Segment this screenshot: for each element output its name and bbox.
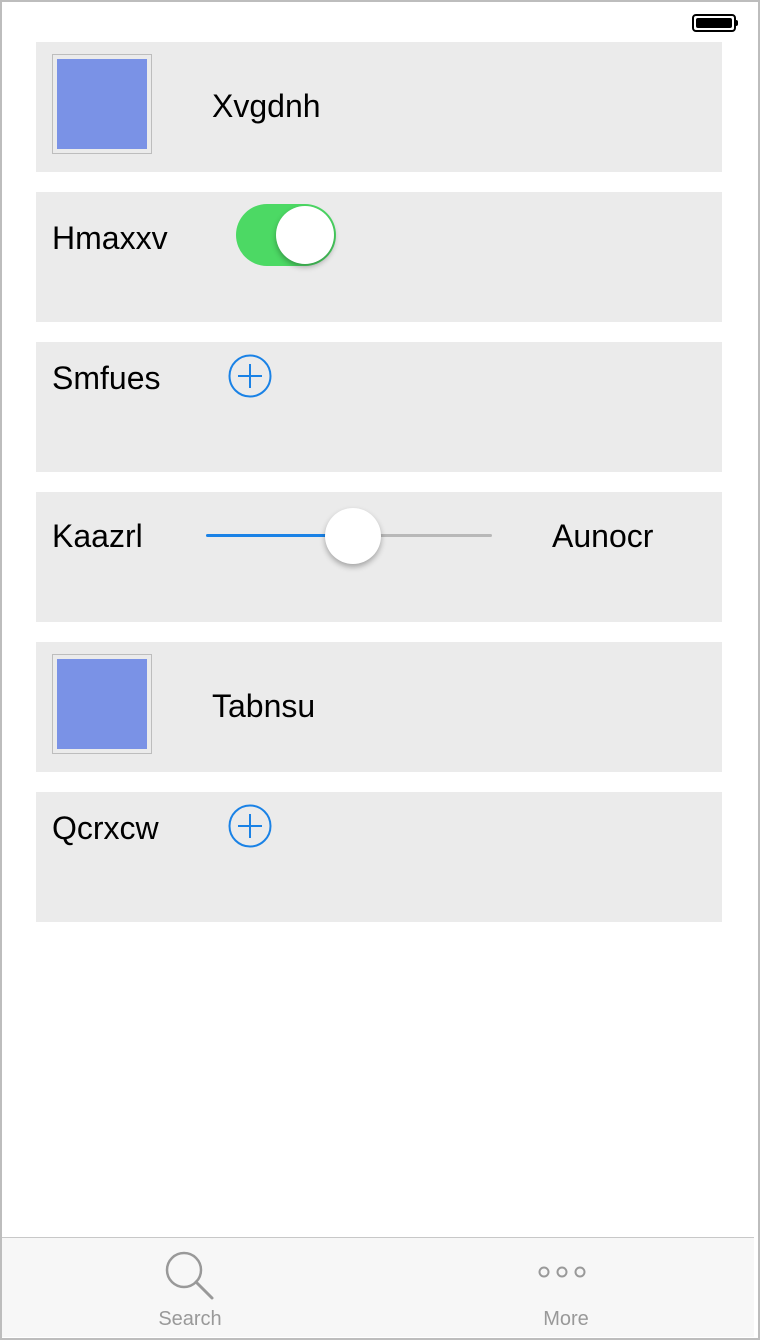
slider-value-label: Aunocr: [552, 518, 654, 554]
add-button[interactable]: [228, 804, 272, 848]
slider-thumb[interactable]: [325, 508, 381, 564]
list-item-qcrxcw: Qcrxcw: [36, 792, 722, 922]
list-item-smfues: Smfues: [36, 342, 722, 472]
app-screen: Xvgdnh Hmaxxv Smfues Kaazrl Aunocr Tabns…: [0, 0, 760, 1340]
row-label: Hmaxxv: [52, 220, 168, 256]
thumbnail-swatch: [57, 659, 147, 749]
tab-label: More: [543, 1308, 589, 1330]
status-bar: [2, 2, 758, 42]
row-label: Kaazrl: [52, 518, 143, 554]
tab-search[interactable]: Search: [2, 1238, 378, 1337]
thumbnail-image: [52, 54, 152, 154]
list-item-xvgdnh[interactable]: Xvgdnh: [36, 42, 722, 172]
tab-bar: Search More: [2, 1237, 754, 1337]
row-label: Smfues: [52, 360, 161, 396]
list-item-kaazrl: Kaazrl Aunocr: [36, 492, 722, 622]
row-label: Xvgdnh: [212, 88, 321, 124]
thumbnail-swatch: [57, 59, 147, 149]
row-label: Qcrxcw: [52, 810, 159, 846]
battery-icon: [692, 14, 738, 32]
tab-label: Search: [158, 1308, 222, 1330]
value-slider[interactable]: [206, 506, 492, 566]
plus-circle-icon: [228, 354, 272, 398]
tab-more[interactable]: More: [378, 1238, 754, 1337]
plus-circle-icon: [228, 804, 272, 848]
search-icon: [165, 1251, 214, 1300]
more-icon: [538, 1266, 586, 1278]
add-button[interactable]: [228, 354, 272, 398]
toggle-knob: [276, 206, 334, 264]
row-label: Tabnsu: [212, 688, 316, 724]
list-item-tabnsu[interactable]: Tabnsu: [36, 642, 722, 772]
thumbnail-image: [52, 654, 152, 754]
toggle-switch[interactable]: [236, 204, 336, 266]
list-item-hmaxxv: Hmaxxv: [36, 192, 722, 322]
